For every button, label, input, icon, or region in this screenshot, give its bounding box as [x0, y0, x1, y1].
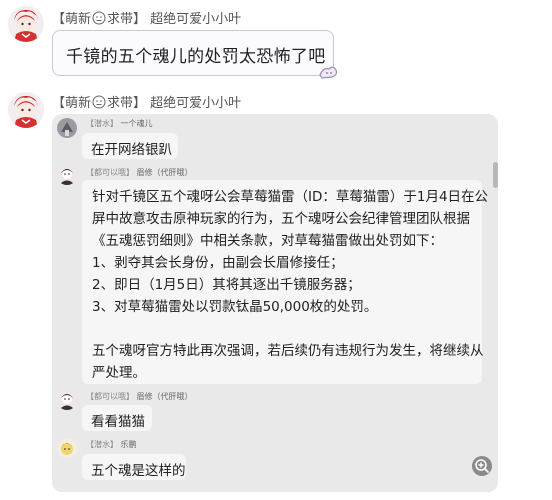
message-line: 屏中故意攻击原神玩家的行为，五个魂呀公会纪律管理团队根据 — [92, 211, 470, 227]
avatar[interactable] — [57, 390, 77, 410]
sender-name: 超绝可爱小小叶 — [150, 12, 242, 27]
neutral-face-icon — [92, 11, 106, 25]
message-bubble[interactable]: 看看猫猫 — [82, 405, 152, 431]
member-badge: 【潜水】 — [86, 440, 118, 449]
forward-sender: 【潜水】 乐鹏 — [86, 439, 137, 450]
member-badge: 【都可以哦】 — [86, 168, 134, 177]
message-text: 在开网络银趴 — [91, 142, 172, 158]
message-bubble[interactable]: 五个魂是这样的 — [82, 454, 186, 480]
forward-sender: 【都可以哦】 眉修（代肝哦） — [86, 391, 193, 402]
bubble-decoration-icon — [319, 66, 338, 79]
message-text: 看看猫猫 — [91, 414, 145, 430]
avatar[interactable] — [57, 438, 77, 458]
member-badge: 【都可以哦】 — [86, 392, 134, 401]
message-bubble[interactable]: 在开网络银趴 — [82, 133, 178, 159]
avatar[interactable] — [8, 6, 44, 42]
avatar[interactable] — [8, 92, 44, 128]
sender-name: 超绝可爱小小叶 — [150, 96, 242, 111]
sender-tag-suffix: 求带】 — [107, 12, 147, 27]
message-line: 五个魂呀官方特此再次强调，若后续仍有违规行为发生，将继续从 — [92, 343, 484, 359]
avatar[interactable] — [57, 118, 77, 138]
avatar[interactable] — [57, 165, 77, 185]
message-line: 严处理。 — [92, 365, 146, 381]
member-badge: 【潜水】 — [86, 119, 118, 128]
message-line: 2、即日（1月5日）其将其逐出千镜服务器； — [92, 277, 361, 293]
message-bubble[interactable]: 千镜的五个魂儿的处罚太恐怖了吧 — [52, 30, 338, 79]
sender-label: 【萌新 求带】 超绝可爱小小叶 — [52, 92, 241, 111]
sender-tag-prefix: 【萌新 — [52, 12, 92, 27]
message-line: 3、对草莓猫雷处以罚款钛晶50,000枚的处罚。 — [92, 299, 378, 315]
message-bubble[interactable]: 针对千镜区五个魂呀公会草莓猫雷（ID：草莓猫雷）于1月4日在公 屏中故意攻击原神… — [82, 180, 488, 384]
member-name: 眉修（代肝哦） — [136, 168, 193, 177]
message-text: 五个魂是这样的 — [91, 463, 186, 479]
forward-sender: 【潜水】 一个魂儿 — [86, 118, 153, 129]
sender-label: 【萌新 求带】 超绝可爱小小叶 — [52, 8, 241, 27]
member-name: 眉修（代肝哦） — [136, 392, 193, 401]
zoom-in-icon[interactable] — [472, 456, 492, 476]
member-name: 一个魂儿 — [120, 119, 153, 128]
member-name: 乐鹏 — [120, 440, 137, 449]
message-line: 《五魂惩罚细则》中相关条款，对草莓猫雷做出处罚如下： — [92, 233, 443, 249]
message-line: 1、剥夺其会长身份，由副会长眉修接任； — [92, 255, 344, 271]
forward-sender: 【都可以哦】 眉修（代肝哦） — [86, 167, 193, 178]
sender-tag-suffix: 求带】 — [107, 96, 147, 111]
neutral-face-icon — [92, 95, 106, 109]
message-line: 针对千镜区五个魂呀公会草莓猫雷（ID：草莓猫雷）于1月4日在公 — [92, 189, 489, 205]
sender-tag-prefix: 【萌新 — [52, 96, 92, 111]
scrollbar-thumb[interactable] — [493, 162, 498, 188]
message-text: 千镜的五个魂儿的处罚太恐怖了吧 — [66, 47, 326, 67]
